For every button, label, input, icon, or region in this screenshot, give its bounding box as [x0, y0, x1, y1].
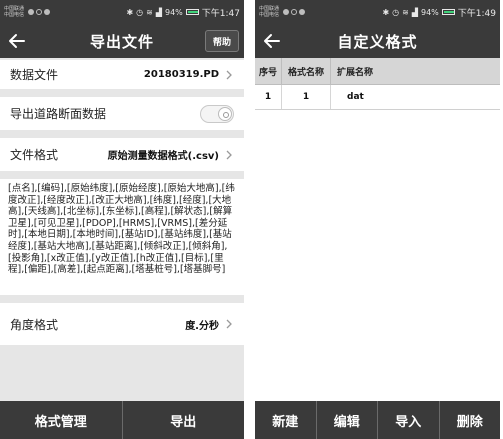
carrier-2: 中国电信	[4, 12, 25, 18]
signal-icon: ▟	[155, 7, 162, 17]
battery-icon	[185, 9, 199, 15]
carrier-labels: 中国联通 中国电信	[4, 6, 26, 18]
bluetooth-icon: ✱	[382, 7, 390, 17]
toggle-knob	[218, 106, 232, 121]
notification-icons	[28, 9, 50, 15]
format-manage-button[interactable]: 格式管理	[0, 401, 122, 439]
data-file-value: 20180319.PD	[143, 69, 219, 80]
data-file-label: 数据文件	[10, 68, 59, 82]
title-bar: 导出文件 帮助	[0, 24, 244, 58]
help-button[interactable]: 帮助	[205, 30, 239, 52]
battery-percent: 94%	[165, 7, 183, 17]
table-header: 序号 格式名称 扩展名称	[255, 58, 500, 85]
chevron-right-icon	[226, 70, 232, 79]
angle-format-label: 角度格式	[10, 317, 59, 332]
notification-icon	[44, 9, 50, 15]
page-title: 导出文件	[89, 32, 154, 51]
page-title: 自定义格式	[337, 32, 418, 51]
column-header-extension: 扩展名称	[337, 67, 374, 78]
angle-format-value: 度.分秒	[185, 320, 219, 332]
chevron-right-icon	[226, 319, 232, 329]
table-row[interactable]: 1 1 dat	[255, 85, 500, 110]
title-bar: 自定义格式	[255, 24, 500, 58]
status-right: ✱ ◷ ≋ ▟ 94% 下午1:49	[382, 6, 496, 19]
alarm-icon: ◷	[392, 7, 400, 17]
bluetooth-icon: ✱	[126, 7, 134, 17]
status-bar: 中国联通 中国电信 ✱ ◷ ≋ ▟ 94% 下午1:47	[0, 0, 244, 24]
bottom-action-bar: 新建 编辑 导入 删除	[255, 401, 500, 439]
file-format-row[interactable]: 文件格式 原始测量数据格式(.csv)	[0, 138, 244, 171]
data-file-row[interactable]: 数据文件 20180319.PD	[0, 60, 244, 89]
status-bar: 中国联通 中国电信 ✱ ◷ ≋ ▟ 94% 下午1:49	[255, 0, 500, 24]
table-body	[255, 110, 500, 401]
bottom-action-bar: 格式管理 导出	[0, 401, 244, 439]
carrier-labels: 中国联通 中国电信	[259, 6, 281, 18]
cell-format-name: 1	[281, 85, 331, 109]
file-format-label: 文件格式	[10, 148, 59, 162]
delete-button[interactable]: 删除	[438, 401, 501, 439]
road-section-toggle[interactable]	[200, 104, 234, 123]
import-button[interactable]: 导入	[377, 401, 439, 439]
notification-icons	[283, 9, 305, 15]
clock: 下午1:49	[457, 8, 496, 19]
cell-extension: dat	[347, 92, 364, 102]
edit-button[interactable]: 编辑	[315, 401, 378, 439]
notification-icon	[283, 9, 289, 15]
battery-icon	[441, 9, 455, 15]
column-header-index: 序号	[258, 67, 277, 78]
road-section-label: 导出道路断面数据	[10, 107, 107, 121]
angle-format-row[interactable]: 角度格式 度.分秒	[0, 303, 244, 345]
chevron-right-icon	[226, 150, 232, 159]
back-arrow-icon[interactable]	[261, 30, 283, 52]
wifi-icon: ≋	[146, 7, 153, 17]
signal-icon: ▟	[411, 7, 418, 17]
back-arrow-icon[interactable]	[6, 30, 28, 52]
cell-index: 1	[264, 92, 272, 102]
alarm-icon: ◷	[136, 7, 144, 17]
wifi-icon: ≋	[402, 7, 409, 17]
notification-icon	[299, 9, 305, 15]
battery-percent: 94%	[421, 7, 439, 17]
file-format-value: 原始测量数据格式(.csv)	[107, 151, 219, 162]
column-header-format-name: 格式名称	[281, 58, 331, 84]
notification-icon	[36, 9, 42, 15]
clock: 下午1:47	[201, 8, 240, 19]
road-section-row: 导出道路断面数据	[0, 97, 244, 130]
notification-icon	[291, 9, 297, 15]
export-file-screen: 中国联通 中国电信 ✱ ◷ ≋ ▟ 94% 下午1:47 导出文件 帮助 数据文…	[0, 0, 244, 439]
carrier-2: 中国电信	[259, 12, 280, 18]
new-button[interactable]: 新建	[255, 401, 316, 439]
custom-format-screen: 中国联通 中国电信 ✱ ◷ ≋ ▟ 94% 下午1:49 自定义格式 序号 格式…	[255, 0, 500, 439]
status-right: ✱ ◷ ≋ ▟ 94% 下午1:47	[126, 6, 240, 19]
export-button[interactable]: 导出	[121, 401, 245, 439]
notification-icon	[28, 9, 34, 15]
export-fields-list: [点名],[编码],[原始纬度],[原始经度],[原始大地高],[纬度改正],[…	[0, 179, 244, 295]
